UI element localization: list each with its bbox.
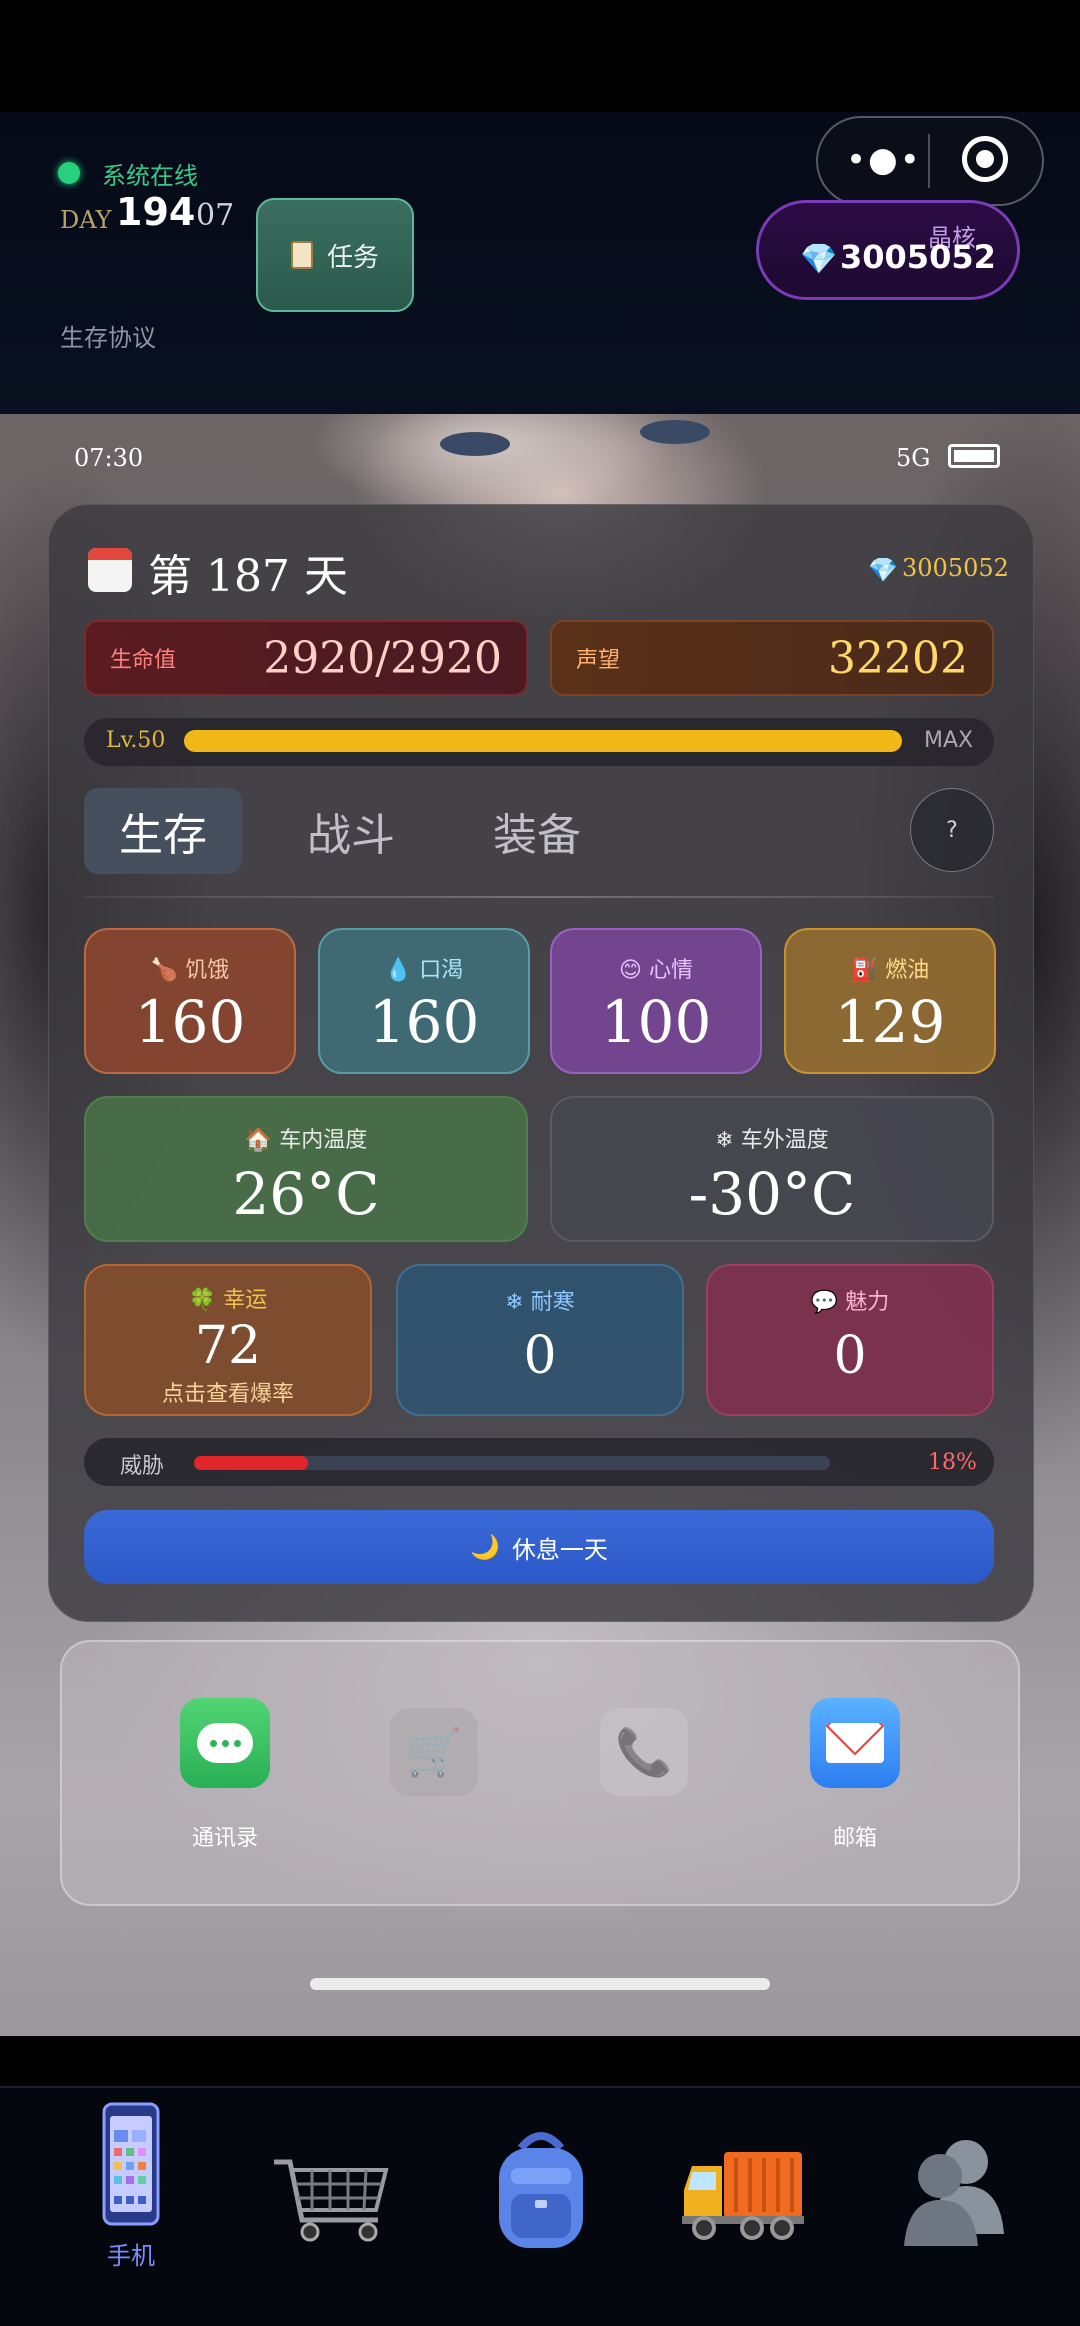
indoor-temp-label: 车内温度 — [279, 1128, 368, 1153]
close-target-icon[interactable] — [962, 136, 1008, 182]
level-max-label: MAX — [924, 728, 974, 753]
phone-app-icon[interactable]: 📞 — [600, 1708, 688, 1796]
more-menu-icon[interactable]: •●• — [846, 140, 922, 180]
network-indicator: 5G — [896, 444, 931, 472]
diamond-icon: 💎 — [800, 242, 838, 277]
hunger-card[interactable]: 🍗 饥饿 160 — [84, 928, 296, 1074]
indoor-temp-value: 26°C — [232, 1160, 380, 1228]
nav-backpack[interactable] — [456, 2100, 626, 2300]
cart-icon — [274, 2159, 389, 2242]
snow-cloud-icon: ❄ — [715, 1128, 734, 1153]
threat-label: 威胁 — [120, 1454, 165, 1479]
luck-drop-rate-link[interactable]: 点击查看爆率 — [86, 1376, 370, 1408]
tab-survival[interactable]: 生存 — [84, 788, 242, 874]
truck-icon — [682, 2152, 804, 2240]
outdoor-temp-value: -30°C — [688, 1160, 856, 1228]
survival-protocol-link[interactable]: 生存协议 — [60, 318, 156, 353]
house-icon: 🏠 — [244, 1128, 273, 1153]
nav-cart[interactable] — [248, 2100, 418, 2300]
outdoor-temp-label: 车外温度 — [740, 1128, 829, 1153]
charm-card[interactable]: 💬 魅力 0 — [706, 1264, 994, 1416]
cold-resistance-card[interactable]: ❄ 耐寒 0 — [396, 1264, 684, 1416]
threat-percent: 18% — [928, 1450, 977, 1475]
nav-friends[interactable] — [864, 2100, 1034, 2300]
battery-level — [954, 450, 994, 462]
home-indicator[interactable] — [310, 1978, 770, 1990]
rest-one-day-button[interactable]: 🌙 休息一天 — [84, 1510, 994, 1584]
thirst-value: 160 — [368, 988, 480, 1056]
threat-progress-fill — [194, 1456, 309, 1470]
luck-value: 72 — [194, 1316, 262, 1376]
system-status-text: 系统在线 — [102, 162, 198, 190]
clipboard-icon — [290, 241, 313, 269]
water-drop-icon: 💧 — [384, 958, 413, 983]
nav-phone-label: 手机 — [107, 2242, 155, 2270]
mood-label: 心情 — [648, 958, 693, 983]
calendar-icon — [88, 548, 132, 592]
rest-button-label: 休息一天 — [511, 1535, 608, 1564]
reputation-bar: 声望 32202 — [550, 620, 994, 696]
gem-count: 3005052 — [902, 554, 1009, 582]
level-label: Lv.50 — [106, 728, 166, 753]
drumstick-icon: 🍗 — [150, 958, 179, 983]
indoor-temp-card[interactable]: 🏠 车内温度 26°C — [84, 1096, 528, 1242]
task-button[interactable]: 任务 — [256, 198, 414, 312]
smile-icon: 😊 — [619, 958, 642, 983]
level-progress-fill — [184, 730, 902, 752]
current-day-title: 第 187 天 — [148, 551, 348, 602]
nav-truck[interactable] — [658, 2100, 828, 2300]
fuel-label: 燃油 — [885, 958, 930, 983]
mood-card[interactable]: 😊 心情 100 — [550, 928, 762, 1074]
crystal-core-value: 3005052 — [840, 238, 996, 276]
outdoor-temp-card[interactable]: ❄ 车外温度 -30°C — [550, 1096, 994, 1242]
thirst-card[interactable]: 💧 口渴 160 — [318, 928, 530, 1074]
capsule-divider — [928, 134, 930, 188]
day-label: DAY — [60, 206, 112, 234]
contacts-app-label: 通讯录 — [191, 1826, 258, 1851]
tab-equipment[interactable]: 装备 — [458, 788, 616, 874]
tab-divider — [84, 896, 994, 898]
day-counter: 194 — [116, 190, 196, 234]
wallpaper-detail — [440, 432, 510, 456]
luck-label: 幸运 — [223, 1288, 268, 1313]
charm-value: 0 — [833, 1326, 867, 1386]
mail-app-label: 邮箱 — [832, 1826, 877, 1851]
cold-resistance-value: 0 — [523, 1326, 557, 1386]
health-bar: 生命值 2920/2920 — [84, 620, 528, 696]
luck-card[interactable]: 🍀 幸运 72 点击查看爆率 — [84, 1264, 372, 1416]
hunger-value: 160 — [134, 988, 246, 1056]
contacts-app-icon[interactable] — [180, 1698, 270, 1788]
cold-resistance-label: 耐寒 — [530, 1290, 575, 1315]
phone-clock: 07:30 — [74, 444, 144, 472]
fuel-value: 129 — [834, 988, 946, 1056]
fuel-card[interactable]: ⛽ 燃油 129 — [784, 928, 996, 1074]
mail-app-icon[interactable] — [810, 1698, 900, 1788]
mood-value: 100 — [600, 988, 712, 1056]
wallpaper-detail — [640, 420, 710, 444]
charm-label: 魅力 — [845, 1290, 890, 1315]
friends-icon — [904, 2140, 1004, 2246]
reputation-value: 32202 — [828, 632, 968, 684]
reputation-label: 声望 — [576, 648, 621, 673]
speech-bubble-icon: 💬 — [810, 1290, 839, 1315]
backpack-icon — [499, 2132, 583, 2248]
diamond-icon: 💎 — [868, 556, 898, 584]
phone-icon — [102, 2102, 160, 2226]
online-status-dot — [58, 162, 80, 184]
nav-phone[interactable]: 手机 — [46, 2100, 216, 2300]
clover-icon: 🍀 — [188, 1288, 217, 1313]
hunger-label: 饥饿 — [185, 958, 230, 983]
snowflake-icon: ❄ — [505, 1290, 524, 1315]
help-button[interactable]: ? — [910, 788, 994, 872]
fuel-can-icon: ⛽ — [850, 958, 879, 983]
moon-icon: 🌙 — [470, 1533, 500, 1561]
shop-app-icon[interactable]: 🛒 — [390, 1708, 478, 1796]
day-sub-counter: 07 — [196, 198, 235, 233]
health-label: 生命值 — [110, 648, 177, 673]
thirst-label: 口渴 — [419, 958, 464, 983]
tab-combat[interactable]: 战斗 — [272, 788, 430, 874]
task-button-label: 任务 — [326, 242, 379, 273]
health-value: 2920/2920 — [263, 632, 502, 684]
